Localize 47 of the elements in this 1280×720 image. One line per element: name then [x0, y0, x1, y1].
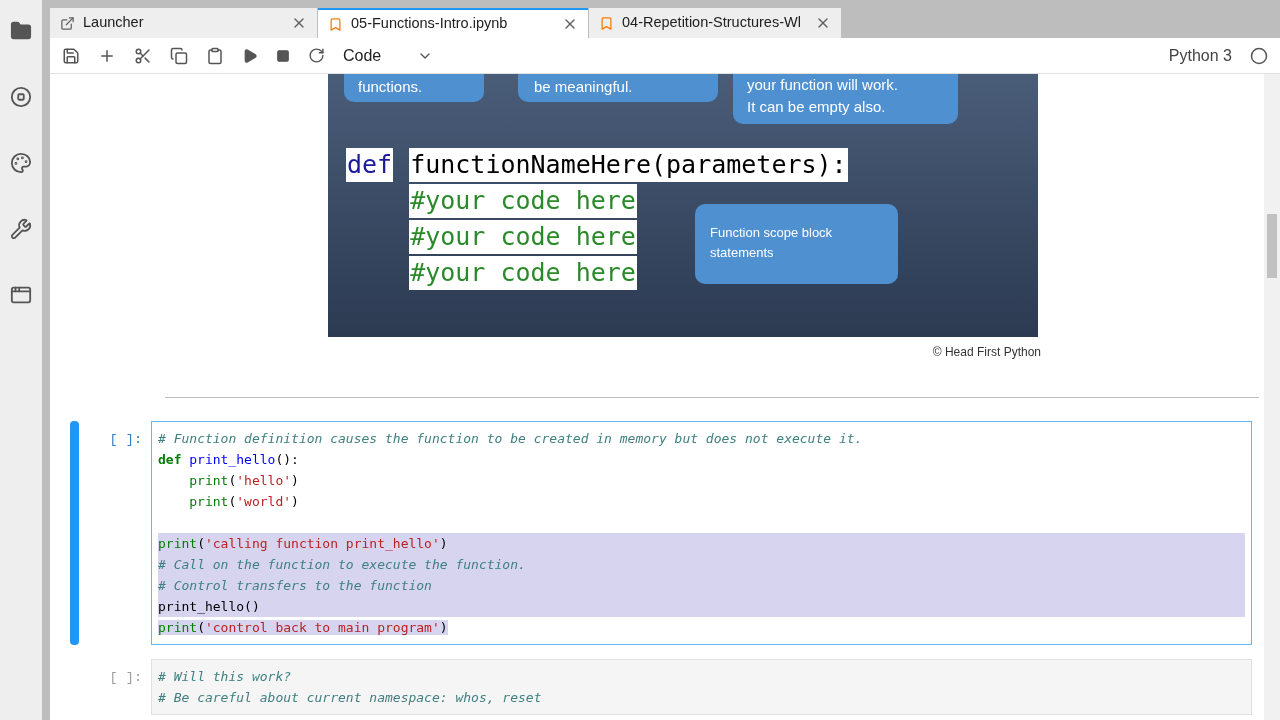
code-line: print('world') [188, 493, 300, 511]
code-editor[interactable]: # Will this work? # Be careful about current namespace: whos, reset [151, 659, 1252, 715]
code-line: # Function definition causes the function to be created in memory but does not execute it. [158, 430, 864, 448]
notebook-icon [328, 16, 343, 32]
code-signature: functionNameHere(parameters): [409, 148, 848, 182]
bubble-text: your function will work. [747, 75, 899, 95]
wrench-icon[interactable] [10, 218, 32, 240]
cell-prompt: [ ]: [108, 431, 143, 449]
scrollbar[interactable] [1264, 74, 1280, 720]
bubble-text: It can be empty also. [747, 97, 887, 117]
tab[interactable]: 04-Repetition-Structures-Wl [589, 8, 841, 38]
copy-icon[interactable] [170, 46, 188, 65]
folder-icon[interactable] [10, 20, 32, 42]
cell-type-dropdown[interactable]: Code [343, 43, 433, 68]
tab-label: 04-Repetition-Structures-Wl [622, 13, 802, 33]
save-icon[interactable] [62, 46, 80, 65]
code-keyword: def [346, 148, 394, 182]
tab-label: 05-Functions-Intro.ipynb [351, 14, 509, 34]
code-line: def print_hello(): [158, 451, 300, 469]
code-comment: #your code here [409, 220, 637, 254]
run-icon[interactable] [242, 47, 258, 64]
cut-icon[interactable] [134, 46, 152, 65]
bubble-text: Function scope block [710, 224, 834, 242]
bubble-text: statements [710, 244, 775, 262]
code-comment: #your code here [409, 184, 637, 218]
scroll-thumb[interactable] [1267, 214, 1277, 278]
launcher-icon [60, 15, 75, 31]
bubble-text: be meaningful. [534, 77, 634, 97]
code-line: print('hello') [188, 472, 300, 490]
tab[interactable]: 05-Functions-Intro.ipynb [318, 8, 588, 38]
code-line: # Be careful about current namespace: whos, reset [158, 689, 543, 707]
stop-icon[interactable] [276, 48, 290, 63]
kernel-name[interactable]: Python 3 [1168, 43, 1232, 68]
paste-icon[interactable] [206, 46, 224, 65]
kernel-status-icon [1250, 46, 1268, 65]
code-line: # Will this work? [158, 668, 293, 686]
stop-circle-icon[interactable] [10, 86, 32, 108]
code-comment: #your code here [409, 256, 637, 290]
cell-prompt: [ ]: [108, 669, 143, 687]
tab[interactable]: Launcher [50, 8, 317, 38]
image-caption: © Head First Python [932, 344, 1041, 361]
restart-icon[interactable] [308, 47, 325, 64]
bubble-text: functions. [358, 77, 424, 97]
palette-icon[interactable] [10, 152, 32, 174]
window-icon[interactable] [10, 284, 32, 306]
tab-label: Launcher [83, 13, 145, 33]
notebook-icon [599, 15, 614, 31]
